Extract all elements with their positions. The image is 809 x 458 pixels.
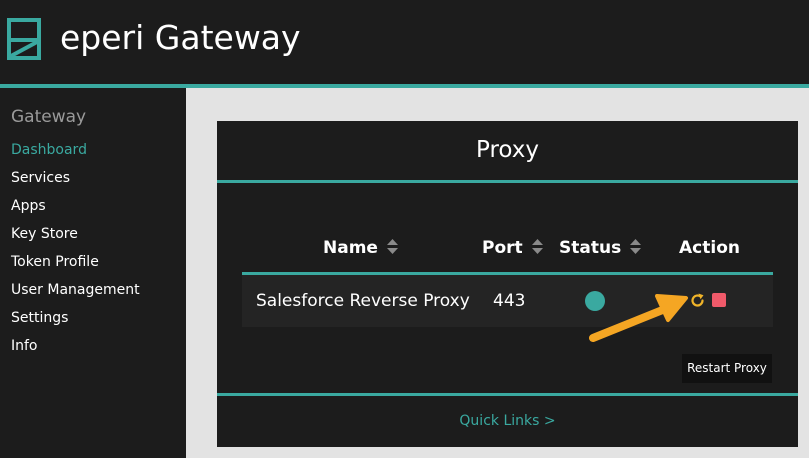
panel-title: Proxy xyxy=(475,137,539,163)
sidebar: Gateway Dashboard Services Apps Key Stor… xyxy=(0,88,186,458)
sidebar-item-apps[interactable]: Apps xyxy=(11,198,46,214)
app-title: eperi Gateway xyxy=(60,18,301,57)
quick-links-link[interactable]: Quick Links > xyxy=(217,413,798,429)
restart-icon[interactable] xyxy=(689,292,706,309)
proxy-port: 443 xyxy=(493,291,526,311)
restart-proxy-tooltip: Restart Proxy xyxy=(682,354,772,383)
sidebar-item-info[interactable]: Info xyxy=(11,338,38,354)
sidebar-item-token-profile[interactable]: Token Profile xyxy=(11,254,99,270)
sidebar-item-settings[interactable]: Settings xyxy=(11,310,68,326)
status-indicator xyxy=(585,291,605,311)
column-header-port[interactable]: Port xyxy=(482,238,543,258)
sidebar-item-services[interactable]: Services xyxy=(11,170,70,186)
sidebar-item-dashboard[interactable]: Dashboard xyxy=(11,142,87,158)
table-row: Salesforce Reverse Proxy 443 xyxy=(242,275,773,327)
column-header-action: Action xyxy=(679,238,740,258)
sort-icon[interactable] xyxy=(630,239,642,254)
sidebar-item-key-store[interactable]: Key Store xyxy=(11,226,78,242)
column-header-status[interactable]: Status xyxy=(559,238,642,258)
eperi-logo-icon[interactable] xyxy=(7,18,41,60)
panel-footer-divider xyxy=(217,393,798,396)
sort-icon[interactable] xyxy=(531,239,543,254)
proxy-panel: Proxy Name Port Status Action Salesforce… xyxy=(217,121,798,447)
sidebar-item-user-management[interactable]: User Management xyxy=(11,282,140,298)
panel-title-divider xyxy=(217,180,798,183)
proxy-name: Salesforce Reverse Proxy xyxy=(256,291,470,311)
stop-icon[interactable] xyxy=(712,293,726,307)
column-header-name[interactable]: Name xyxy=(323,238,398,258)
main-content: Proxy Name Port Status Action Salesforce… xyxy=(186,88,809,458)
sidebar-heading: Gateway xyxy=(11,107,87,127)
app-header: eperi Gateway xyxy=(0,0,809,88)
sort-icon[interactable] xyxy=(386,239,398,254)
